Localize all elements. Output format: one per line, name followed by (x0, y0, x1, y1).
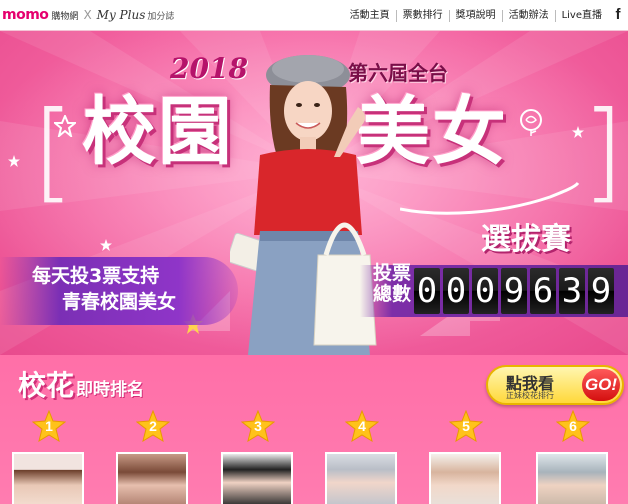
top-navigation: momo 購物網 X My Plus 加分誌 活動主頁 票數排行 獎項說明 活動… (0, 0, 628, 31)
rose-icon (520, 109, 542, 136)
facebook-icon[interactable]: f (612, 7, 624, 23)
counter-digit: 9 (501, 268, 527, 314)
star-decoration-icon (572, 126, 584, 138)
slogan-line-2: 青春校園美女 (62, 291, 177, 313)
nav-link-live[interactable]: Live直播 (556, 10, 608, 22)
counter-digit: 0 (443, 268, 469, 314)
go-badge: GO! (582, 369, 620, 401)
nav-link-vote-ranking[interactable]: 票數排行 (397, 9, 450, 22)
ranking-title-main: 校花 (18, 369, 75, 402)
rank-card[interactable]: 2 (116, 410, 188, 504)
contestant-photo[interactable] (221, 452, 293, 504)
slogan-line-1: 每天投3票支持 (32, 265, 160, 287)
myplus-logo-caption: 加分誌 (147, 11, 175, 22)
contestant-photo[interactable] (116, 452, 188, 504)
nav-link-prizes[interactable]: 獎項說明 (450, 9, 503, 22)
title-campus: 校園 (82, 89, 234, 175)
rank-card[interactable]: 3 (221, 410, 293, 504)
rank-number: 1 (45, 418, 53, 434)
brand-logos[interactable]: momo 購物網 X My Plus 加分誌 (0, 0, 174, 31)
rank-card[interactable]: 4 (325, 410, 397, 504)
nav-link-rules[interactable]: 活動辦法 (503, 9, 556, 22)
star-decoration-icon (100, 239, 112, 251)
vote-total-label: 投票總數 (372, 262, 411, 305)
rank-number: 6 (569, 418, 577, 434)
counter-digit: 6 (530, 268, 556, 314)
ranking-title-sub: 即時排名 (76, 380, 145, 400)
hero-banner: [ ] 2018 第六屆全台 校園 美女 選拔賽 每天投3票支持 青春校園美女 (0, 31, 628, 355)
ranking-section: 校花 即時排名 點我看 正妹校花排行 GO! 1 2 3 4 5 6 (0, 355, 628, 504)
counter-digit: 3 (559, 268, 585, 314)
view-ranking-button[interactable]: 點我看 正妹校花排行 GO! (486, 365, 624, 405)
rank-number: 4 (358, 418, 366, 434)
contestant-photo[interactable] (536, 452, 608, 504)
title-swash-decoration (400, 181, 580, 215)
vote-total-counter: 0 0 0 9 6 3 9 (414, 268, 614, 314)
counter-digit: 0 (472, 268, 498, 314)
contestant-photo[interactable] (429, 452, 501, 504)
nav-link-home[interactable]: 活動主頁 (344, 9, 397, 22)
right-bracket-decoration: ] (582, 89, 625, 214)
nav-links: 活動主頁 票數排行 獎項說明 活動辦法 Live直播 (344, 0, 608, 31)
contestant-photo[interactable] (325, 452, 397, 504)
rank-card[interactable]: 6 (536, 410, 608, 504)
ranking-title: 校花 即時排名 (18, 364, 144, 404)
title-contest: 選拔賽 (481, 222, 571, 257)
brand-separator: X (83, 8, 92, 22)
model-photo (230, 55, 377, 355)
star-decoration-icon (8, 155, 20, 167)
rank-number: 5 (462, 418, 470, 434)
momo-logo[interactable]: momo (2, 7, 49, 23)
myplus-logo[interactable]: My Plus (97, 8, 146, 22)
view-ranking-button-caption: 正妹校花排行 (506, 391, 554, 400)
rank-number: 2 (149, 418, 157, 434)
rank-card[interactable]: 1 (12, 410, 84, 504)
momo-logo-caption: 購物網 (51, 11, 79, 22)
rank-card[interactable]: 5 (429, 410, 501, 504)
star-decoration-icon (54, 115, 76, 137)
counter-digit: 0 (414, 268, 440, 314)
counter-digit: 9 (588, 268, 614, 314)
contestant-photo[interactable] (12, 452, 84, 504)
rank-number: 3 (254, 418, 262, 434)
left-bracket-decoration: [ (32, 89, 75, 214)
